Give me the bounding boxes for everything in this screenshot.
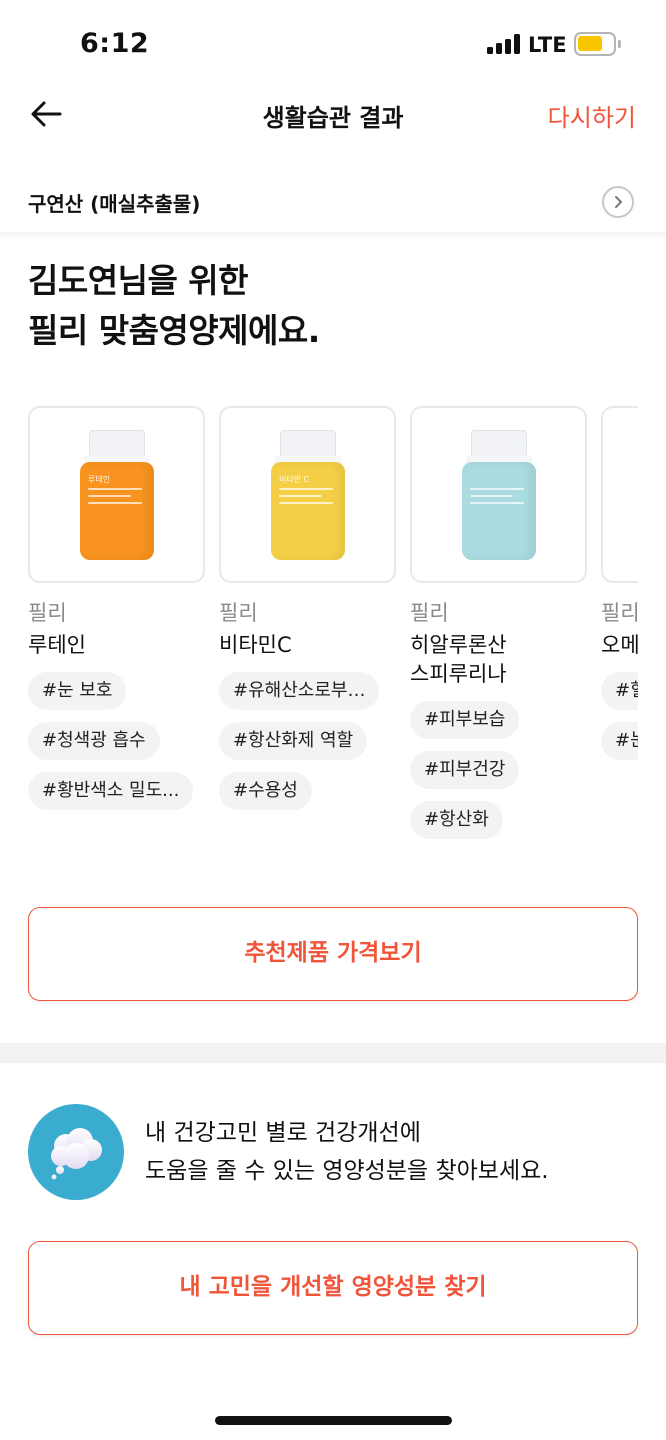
bottle-label: 루테인 [88,475,111,484]
concern-line2: 도움을 줄 수 있는 영양성분을 찾아보세요. [145,1158,549,1184]
product-name: 루테인 [28,633,86,657]
tag-chip: #황반색소 밀도... [28,772,194,810]
tag-chip: #항산화 [410,801,503,839]
view-price-button[interactable]: 추천제품 가격보기 [28,907,638,1001]
retry-button[interactable]: 다시하기 [548,98,636,133]
bottle-label: 비타민 C [279,475,310,484]
product-brand: 필리 [219,601,258,625]
tag-list: #피부보습 #피부건강 #항산화 [410,701,587,846]
ingredient-label: 구연산 (매실추출물) [28,192,201,216]
tag-chip: #피부건강 [410,751,520,789]
home-indicator [215,1416,452,1425]
product-name: 비타민C [219,633,292,657]
bottle-image [462,430,536,562]
product-brand: 필리 [601,601,638,625]
product-image [601,406,638,583]
tag-chip: #청색광 흡수 [28,722,160,760]
product-card[interactable]: 필리 히알루론산 스피루리나 #피부보습 #피부건강 #항산화 [410,406,587,846]
divider [0,232,666,240]
tag-chip: #항산화제 역할 [219,722,368,760]
chevron-right-icon [602,186,634,218]
bottle-image: 루테인 [80,430,154,562]
status-bar: 6:12 LTE [0,0,666,80]
product-brand: 필리 [28,601,67,625]
tag-list: #눈 보호 #청색광 흡수 #황반색소 밀도... [28,672,205,822]
tag-chip: #눈 보호 [28,672,127,710]
tag-chip: #혈 [601,672,638,710]
tag-chip: #피부보습 [410,701,520,739]
network-label: LTE [528,33,567,57]
product-card[interactable]: 필리 오메 #혈 #눈 [601,406,638,772]
headline-line2: 필리 맞춤영양제에요. [28,311,320,350]
product-image [410,406,587,583]
tag-chip: #수용성 [219,772,312,810]
tag-chip: #눈 [601,722,638,760]
tag-list: #혈 #눈 [601,672,638,772]
product-brand: 필리 [410,601,449,625]
concern-line1: 내 건강고민 별로 건강개선에 [145,1120,421,1146]
product-image: 루테인 [28,406,205,583]
signal-icon [487,34,521,54]
bottle-image: 비타민 C [271,430,345,562]
product-image: 비타민 C [219,406,396,583]
nav-bar: 생활습관 결과 다시하기 [0,86,666,146]
status-time: 6:12 [80,28,150,59]
section-divider [0,1043,666,1063]
battery-icon [574,32,621,56]
tag-list: #유해산소로부… #항산화제 역할 #수용성 [219,672,396,822]
find-nutrients-button[interactable]: 내 고민을 개선할 영양성분 찾기 [28,1241,638,1335]
headline: 김도연님을 위한 필리 맞춤영양제에요. [28,256,320,356]
tag-chip: #유해산소로부… [219,672,380,710]
thought-cloud-icon [28,1104,124,1200]
product-card[interactable]: 루테인 필리 루테인 #눈 보호 #청색광 흡수 #황반색소 밀도... [28,406,205,822]
ingredient-row[interactable]: 구연산 (매실추출물) [0,172,666,232]
product-name: 오메 [601,633,638,657]
product-carousel[interactable]: 루테인 필리 루테인 #눈 보호 #청색광 흡수 #황반색소 밀도... 비타민… [28,406,638,846]
concern-description: 내 건강고민 별로 건강개선에 도움을 줄 수 있는 영양성분을 찾아보세요. [145,1114,549,1190]
headline-line1: 김도연님을 위한 [28,261,249,300]
product-name: 히알루론산 스피루리나 [410,633,507,686]
product-card[interactable]: 비타민 C 필리 비타민C #유해산소로부… #항산화제 역할 #수용성 [219,406,396,822]
